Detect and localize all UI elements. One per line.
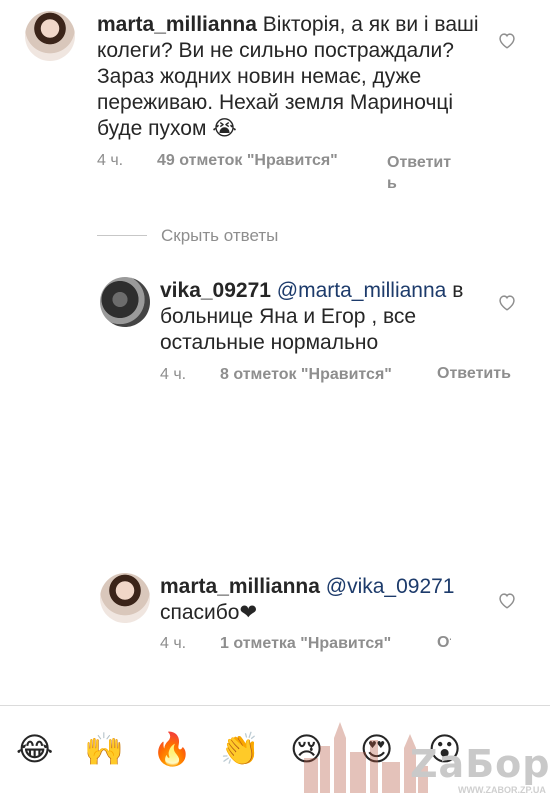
tears-of-joy-emoji-icon[interactable]: 😂 (16, 731, 53, 767)
likes-count[interactable]: 8 отметок "Нравится" (220, 366, 392, 384)
comment-time: 4 ч. (97, 152, 124, 169)
fire-emoji-icon[interactable]: 🔥 (152, 731, 192, 767)
likes-count[interactable]: 1 отметка "Нравится" (220, 635, 391, 653)
replies-divider (97, 235, 147, 236)
watermark-logo: ZаБор (410, 742, 550, 786)
mention-link[interactable]: @marta_millianna (277, 279, 447, 302)
mention-link[interactable]: @vika_09271 (326, 575, 455, 598)
likes-count[interactable]: 49 отметок "Нравится" (157, 152, 338, 170)
raised-hands-emoji-icon[interactable]: 🙌 (84, 731, 124, 767)
comment-body: marta_millianna @vika_09271 спасибо❤ (160, 574, 490, 626)
username[interactable]: vika_09271 (160, 279, 271, 302)
avatar[interactable] (100, 277, 150, 327)
avatar[interactable] (100, 573, 150, 623)
hide-replies-button[interactable]: Скрыть ответы (161, 226, 278, 246)
comment-body: vika_09271 @marta_millianna в больнице Я… (160, 278, 490, 356)
reply-button[interactable]: Ответить (387, 152, 453, 194)
username[interactable]: marta_millianna (160, 575, 320, 598)
comment-time: 4 ч. (160, 635, 187, 652)
like-heart-icon[interactable] (497, 591, 517, 609)
comment-time: 4 ч. (160, 366, 187, 383)
comment-body: marta_millianna Вікторія, а як ви і ваші… (97, 12, 487, 142)
reply-button[interactable]: Ответить (437, 632, 451, 705)
comment-text: спасибо❤ (160, 601, 258, 624)
like-heart-icon[interactable] (497, 293, 517, 311)
avatar[interactable] (25, 11, 75, 61)
reply-button[interactable]: Ответить (437, 363, 511, 385)
clapping-hands-emoji-icon[interactable]: 👏 (220, 731, 260, 767)
like-heart-icon[interactable] (497, 31, 517, 49)
username[interactable]: marta_millianna (97, 13, 257, 36)
watermark-url: WWW.ZABOR.ZP.UA (458, 785, 546, 795)
